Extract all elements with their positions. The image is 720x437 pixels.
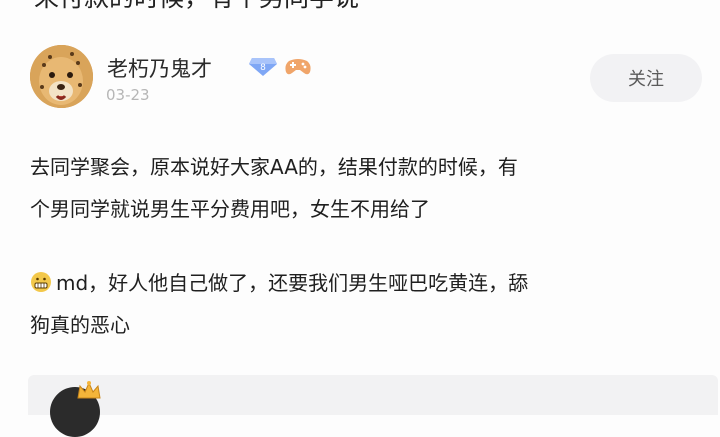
- previous-text-fragment: 来付款的时候，有个男同学说: [34, 0, 359, 14]
- author-name[interactable]: 老朽乃鬼才: [107, 53, 212, 83]
- cheetah-avatar-icon: [30, 45, 93, 108]
- level-badge-number: 8: [260, 63, 266, 73]
- post-paragraph-2: md，好人他自己做了，还要我们男生哑巴吃黄连，舔 狗真的恶心: [30, 262, 700, 346]
- follow-button[interactable]: 关注: [590, 54, 702, 102]
- author-avatar[interactable]: [30, 45, 93, 108]
- gamepad-badge-icon: [285, 59, 311, 75]
- post-line: 个男同学就说男生平分费用吧，女生不用给了: [30, 197, 430, 221]
- post-line: md，好人他自己做了，还要我们男生哑巴吃黄连，舔: [56, 271, 529, 295]
- grimace-emoji-icon: [31, 272, 51, 292]
- post-date: 03-23: [106, 86, 150, 104]
- level-badge-icon: 8: [249, 58, 277, 76]
- comment-section: [28, 375, 718, 415]
- post-line: 狗真的恶心: [30, 313, 130, 337]
- post-line: 去同学聚会，原本说好大家AA的，结果付款的时候，有: [30, 155, 518, 179]
- post-paragraph-1: 去同学聚会，原本说好大家AA的，结果付款的时候，有 个男同学就说男生平分费用吧，…: [30, 146, 700, 230]
- post-line-with-emoji: md，好人他自己做了，还要我们男生哑巴吃黄连，舔: [30, 262, 700, 304]
- crown-icon: [77, 381, 101, 399]
